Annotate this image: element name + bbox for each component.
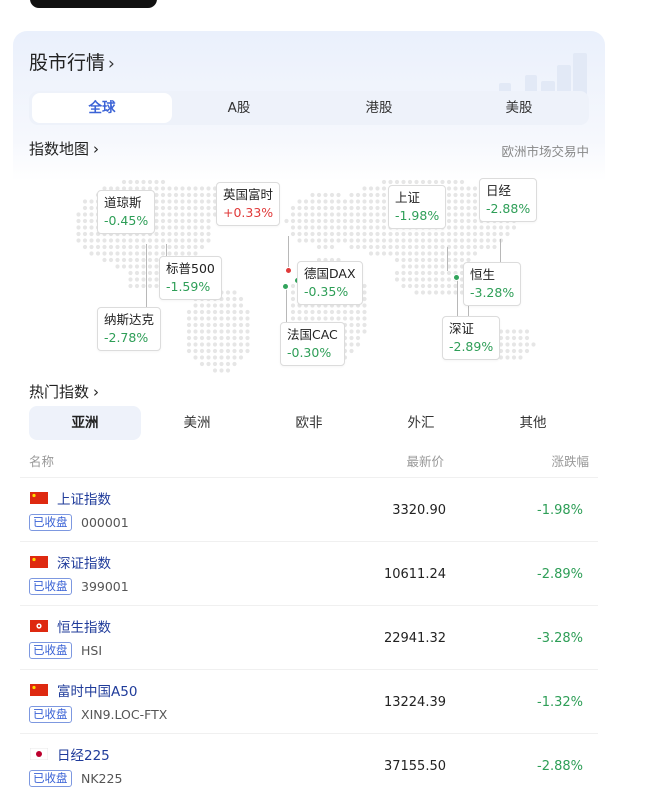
tab-us-shares[interactable]: 美股	[449, 91, 589, 125]
tab-americas[interactable]: 美洲	[141, 406, 253, 440]
hot-index-title-text: 热门指数	[29, 383, 90, 401]
hot-index-title[interactable]: 热门指数 ›	[29, 381, 99, 402]
index-code: NK225	[81, 771, 123, 786]
china-flag-icon	[30, 556, 48, 568]
tab-other[interactable]: 其他	[477, 406, 589, 440]
market-status: 欧洲市场交易中	[501, 144, 589, 159]
status-badge: 已收盘	[29, 770, 72, 787]
col-price: 最新价	[406, 454, 444, 469]
tab-asia[interactable]: 亚洲	[29, 406, 141, 440]
label-change: -2.78%	[104, 330, 149, 345]
index-name: 富时中国A50	[57, 684, 138, 700]
table-row[interactable]: 上证指数 已收盘 000001 3320.90 -1.98%	[20, 477, 598, 541]
map-label-nikkei[interactable]: 日经 -2.88%	[479, 178, 538, 222]
label-name: 纳斯达克	[104, 312, 155, 327]
index-price: 10611.24	[383, 567, 446, 582]
index-table: 上证指数 已收盘 000001 3320.90 -1.98% 深证指数 已收盘 …	[20, 477, 598, 796]
chevron-right-icon: ›	[93, 383, 100, 401]
table-row[interactable]: 富时中国A50 已收盘 XIN9.LOC-FTX 13224.39 -1.32%	[20, 669, 598, 733]
index-change: -2.89%	[537, 567, 583, 582]
japan-flag-icon	[30, 748, 48, 760]
marker-dot[interactable]	[285, 267, 292, 274]
label-name: 法国CAC	[287, 327, 338, 342]
index-code: 399001	[81, 579, 129, 594]
tab-global[interactable]: 全球	[32, 93, 172, 123]
col-change: 涨跌幅	[551, 454, 589, 469]
label-change: -1.59%	[166, 279, 211, 294]
index-price: 22941.32	[383, 631, 446, 646]
label-name: 英国富时	[223, 187, 274, 202]
map-label-sp500[interactable]: 标普500 -1.59%	[159, 256, 222, 300]
index-map-title-text: 指数地图	[29, 140, 90, 158]
index-name: 上证指数	[57, 492, 111, 508]
table-row[interactable]: 日经225 已收盘 NK225 37155.50 -2.88%	[20, 733, 598, 796]
marker-leader	[288, 236, 289, 271]
marker-dot[interactable]	[453, 274, 460, 281]
label-change: -2.88%	[486, 201, 531, 216]
tab-forex[interactable]: 外汇	[365, 406, 477, 440]
status-badge: 已收盘	[29, 642, 72, 659]
region-tabs: 亚洲 美洲 欧非 外汇 其他	[29, 406, 589, 440]
index-price: 37155.50	[383, 759, 446, 774]
chevron-right-icon: ›	[93, 140, 100, 158]
world-index-map: 道琼斯 -0.45% 纳斯达克 -2.78% 标普500 -1.59% 英国富时…	[29, 165, 589, 375]
label-change: -1.98%	[395, 208, 440, 223]
index-code: 000001	[81, 515, 129, 530]
marker-leader	[447, 247, 448, 271]
stock-market-card: 股市行情 › 全球 A股 港股 美股 指数地图 › 欧洲市场交易中 道琼斯 -0…	[13, 31, 605, 796]
label-change: -0.45%	[104, 213, 149, 228]
index-price: 13224.39	[383, 695, 446, 710]
index-code: XIN9.LOC-FTX	[81, 707, 168, 722]
label-name: 日经	[486, 183, 512, 198]
map-label-shenzhen[interactable]: 深证 -2.89%	[442, 316, 501, 360]
map-label-dax[interactable]: 德国DAX -0.35%	[297, 261, 363, 305]
card-title-text: 股市行情	[29, 52, 106, 74]
index-change: -1.98%	[537, 503, 583, 518]
map-label-shanghai[interactable]: 上证 -1.98%	[388, 185, 447, 229]
status-badge: 已收盘	[29, 706, 72, 723]
map-label-ftse[interactable]: 英国富时 +0.33%	[216, 182, 281, 226]
label-name: 道琼斯	[104, 195, 142, 210]
index-change: -1.32%	[537, 695, 583, 710]
market-tabs: 全球 A股 港股 美股	[29, 91, 589, 125]
china-flag-icon	[30, 684, 48, 696]
label-name: 深证	[449, 321, 475, 336]
index-name: 恒生指数	[57, 620, 111, 636]
index-name: 深证指数	[57, 556, 111, 572]
label-change: -0.35%	[304, 284, 349, 299]
map-label-dow[interactable]: 道琼斯 -0.45%	[97, 190, 156, 234]
top-dark-pill	[30, 0, 157, 8]
card-title[interactable]: 股市行情 ›	[29, 48, 115, 75]
map-label-nasdaq[interactable]: 纳斯达克 -2.78%	[97, 307, 162, 351]
tab-hk-shares[interactable]: 港股	[309, 91, 449, 125]
index-change: -3.28%	[537, 631, 583, 646]
hongkong-flag-icon	[30, 620, 48, 632]
label-name: 恒生	[470, 267, 496, 282]
table-header: 名称 最新价 涨跌幅	[29, 451, 589, 471]
label-change: -0.30%	[287, 345, 332, 360]
chevron-right-icon: ›	[108, 54, 115, 74]
status-badge: 已收盘	[29, 578, 72, 595]
label-change: -3.28%	[470, 285, 515, 300]
index-map-title[interactable]: 指数地图 ›	[29, 138, 99, 159]
tab-europe-africa[interactable]: 欧非	[253, 406, 365, 440]
label-name: 德国DAX	[304, 266, 356, 281]
tab-a-shares[interactable]: A股	[169, 91, 309, 125]
index-name: 日经225	[57, 748, 110, 764]
label-name: 上证	[395, 190, 421, 205]
label-change: +0.33%	[223, 205, 274, 220]
map-label-hangseng[interactable]: 恒生 -3.28%	[463, 262, 522, 306]
label-name: 标普500	[166, 261, 215, 276]
col-name: 名称	[29, 454, 55, 469]
china-flag-icon	[30, 492, 48, 504]
status-badge: 已收盘	[29, 514, 72, 531]
map-label-cac[interactable]: 法国CAC -0.30%	[280, 322, 345, 366]
label-change: -2.89%	[449, 339, 494, 354]
index-price: 3320.90	[392, 503, 446, 518]
marker-dot[interactable]	[282, 283, 289, 290]
table-row[interactable]: 恒生指数 已收盘 HSI 22941.32 -3.28%	[20, 605, 598, 669]
table-row[interactable]: 深证指数 已收盘 399001 10611.24 -2.89%	[20, 541, 598, 605]
index-change: -2.88%	[537, 759, 583, 774]
index-code: HSI	[81, 643, 103, 658]
